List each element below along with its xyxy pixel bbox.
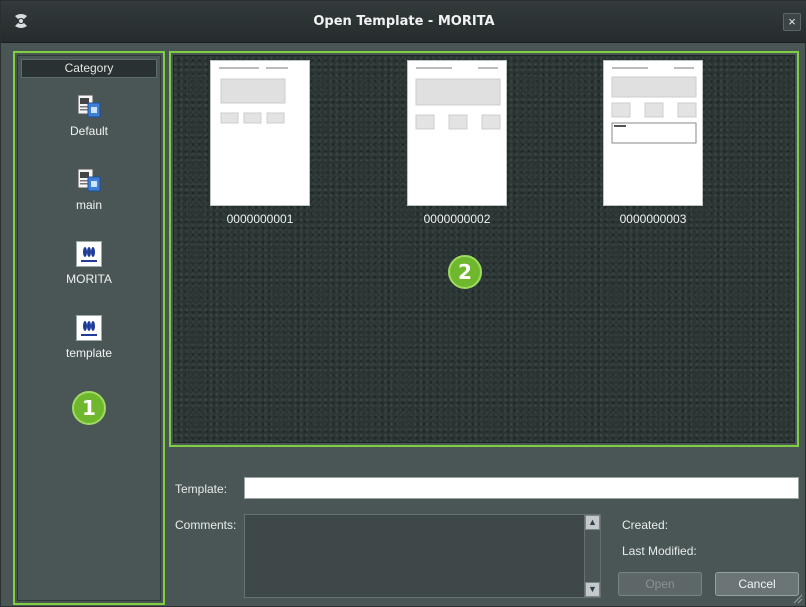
callout-badge-1: 1	[72, 391, 106, 425]
template-panel: 0000000001 0000000002 0000000003 2	[169, 51, 799, 447]
resize-grip-icon[interactable]	[791, 592, 803, 604]
comments-textarea[interactable]: ▲ ▼	[244, 514, 601, 598]
callout-badge-2: 2	[448, 255, 482, 289]
morita-logo-icon	[76, 241, 102, 267]
category-item-morita[interactable]: MORITA	[18, 241, 160, 303]
document-folder-icon	[77, 94, 101, 118]
template-item-3[interactable]: 0000000003	[593, 60, 713, 226]
category-item-main[interactable]: main	[18, 167, 160, 229]
template-item-1[interactable]: 0000000001	[200, 60, 320, 226]
scroll-up-icon[interactable]: ▲	[585, 515, 600, 530]
comments-scrollbar[interactable]: ▲ ▼	[584, 515, 600, 597]
last-modified-label: Last Modified:	[622, 544, 697, 558]
category-list: Category Default main MORITA template 1	[17, 55, 161, 601]
category-label: template	[65, 346, 113, 360]
category-label: MORITA	[66, 272, 112, 286]
title-bar[interactable]: Open Template - MORITA ×	[1, 1, 806, 43]
category-label: main	[75, 198, 102, 212]
open-button[interactable]: Open	[618, 572, 702, 596]
template-name-input[interactable]	[244, 477, 799, 499]
template-name: 0000000001	[226, 212, 294, 226]
comments-label: Comments:	[175, 518, 237, 532]
template-name: 0000000003	[619, 212, 687, 226]
category-header: Category	[21, 59, 157, 78]
template-thumbnail	[603, 60, 703, 206]
open-template-dialog: Open Template - MORITA × Category Defaul…	[0, 0, 806, 607]
created-label: Created:	[622, 518, 669, 532]
document-folder-icon	[77, 168, 101, 192]
template-item-2[interactable]: 0000000002	[397, 60, 517, 226]
template-thumbnail	[210, 60, 310, 206]
close-button[interactable]: ×	[783, 13, 801, 31]
category-panel: Category Default main MORITA template 1	[13, 51, 165, 605]
template-label: Template:	[175, 482, 228, 496]
category-item-template[interactable]: template	[18, 315, 160, 377]
morita-logo-icon	[76, 315, 102, 341]
category-item-default[interactable]: Default	[18, 93, 160, 155]
window-title: Open Template - MORITA	[313, 14, 495, 29]
template-grid: 0000000001 0000000002 0000000003 2	[173, 55, 795, 443]
scroll-down-icon[interactable]: ▼	[585, 582, 600, 597]
template-thumbnail	[407, 60, 507, 206]
cancel-button[interactable]: Cancel	[715, 572, 799, 596]
category-label: Default	[69, 124, 109, 138]
template-name: 0000000002	[423, 212, 491, 226]
